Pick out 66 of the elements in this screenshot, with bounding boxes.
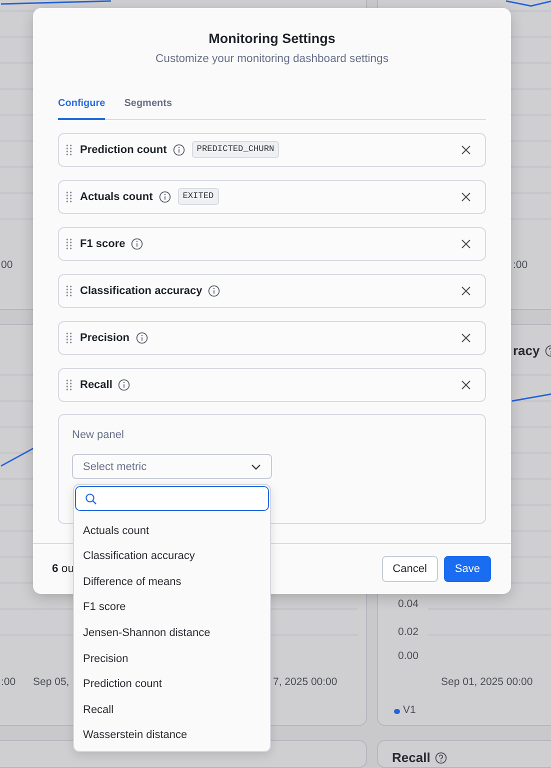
close-icon <box>461 332 471 343</box>
close-icon <box>461 144 471 155</box>
close-icon <box>461 192 471 202</box>
info-icon <box>136 332 148 344</box>
new-panel-label: New panel <box>72 428 125 443</box>
panel-tag: PREDICTED_CHURN <box>192 141 280 158</box>
remove-button[interactable] <box>461 192 471 202</box>
search-field[interactable] <box>75 486 269 511</box>
close-icon <box>461 238 471 249</box>
info-icon <box>131 238 144 250</box>
axis-label: 7, 2025 00:00 <box>273 676 338 689</box>
panel-tag: EXITED <box>178 188 219 206</box>
drag-handle-icon <box>66 332 72 344</box>
dropdown-option[interactable]: Recall <box>74 697 270 723</box>
dropdown-option[interactable]: Difference of means <box>74 569 270 595</box>
close-icon <box>461 286 471 296</box>
panel-name: Precision <box>80 330 130 346</box>
panel-name: Actuals count <box>80 190 153 205</box>
panel-name: Classification accuracy <box>80 284 202 299</box>
drag-handle-icon <box>66 190 72 203</box>
dropdown-option[interactable]: Precision <box>74 646 270 672</box>
metric-select[interactable]: Select metric <box>72 454 272 480</box>
dropdown-option[interactable]: F1 score <box>74 594 270 620</box>
remove-button[interactable] <box>461 380 471 390</box>
help-icon <box>435 752 448 764</box>
tab[interactable]: Segments <box>124 94 172 120</box>
info-icon <box>158 190 171 203</box>
info-icon <box>208 284 220 297</box>
axis-label: Sep 05, <box>33 676 70 689</box>
dropdown-option[interactable]: Wasserstein distance <box>74 722 270 748</box>
axis-label: 0.04 <box>398 598 418 611</box>
info-icon <box>172 144 185 156</box>
close-icon <box>461 380 471 390</box>
info-icon <box>118 378 130 391</box>
axis-label: :00 <box>513 259 528 272</box>
axis-label: 00 <box>1 259 13 272</box>
save-button[interactable]: Save <box>444 556 491 582</box>
chevron-down-icon <box>251 464 261 470</box>
panel-name: Prediction count <box>80 142 167 158</box>
axis-label: Sep 01, 2025 00:00 <box>441 676 533 689</box>
dropdown-option[interactable]: Prediction count <box>74 672 270 698</box>
axis-label: 0.00 <box>398 650 418 663</box>
search-icon <box>85 492 97 504</box>
remove-button[interactable] <box>461 286 471 296</box>
axis-label: 0.02 <box>398 626 418 639</box>
drag-handle-icon <box>66 144 72 156</box>
panel-name: Recall <box>80 378 112 393</box>
remove-button[interactable] <box>461 144 471 155</box>
cancel-button[interactable]: Cancel <box>382 556 438 582</box>
drag-handle-icon <box>66 238 72 250</box>
remove-button[interactable] <box>461 238 471 249</box>
dialog-subtitle: Customize your monitoring dashboard settings <box>154 52 390 67</box>
legend-label: V1 <box>403 704 416 717</box>
tab[interactable]: Configure <box>58 94 106 120</box>
remove-button[interactable] <box>461 332 471 343</box>
drag-handle-icon <box>66 284 72 297</box>
panel-name: F1 score <box>80 236 126 252</box>
chart-title: Recall <box>392 749 430 767</box>
drag-handle-icon <box>66 378 72 391</box>
chart-title: racy <box>513 342 540 360</box>
dropdown-option[interactable]: Jensen-Shannon distance <box>74 620 270 646</box>
panel-count-text: 6 ou <box>52 562 74 577</box>
axis-label: :00 <box>1 676 16 689</box>
dropdown-option[interactable]: Actuals count <box>74 518 270 544</box>
dropdown-option[interactable]: Classification accuracy <box>74 544 270 570</box>
dialog-title: Monitoring Settings <box>208 30 336 48</box>
